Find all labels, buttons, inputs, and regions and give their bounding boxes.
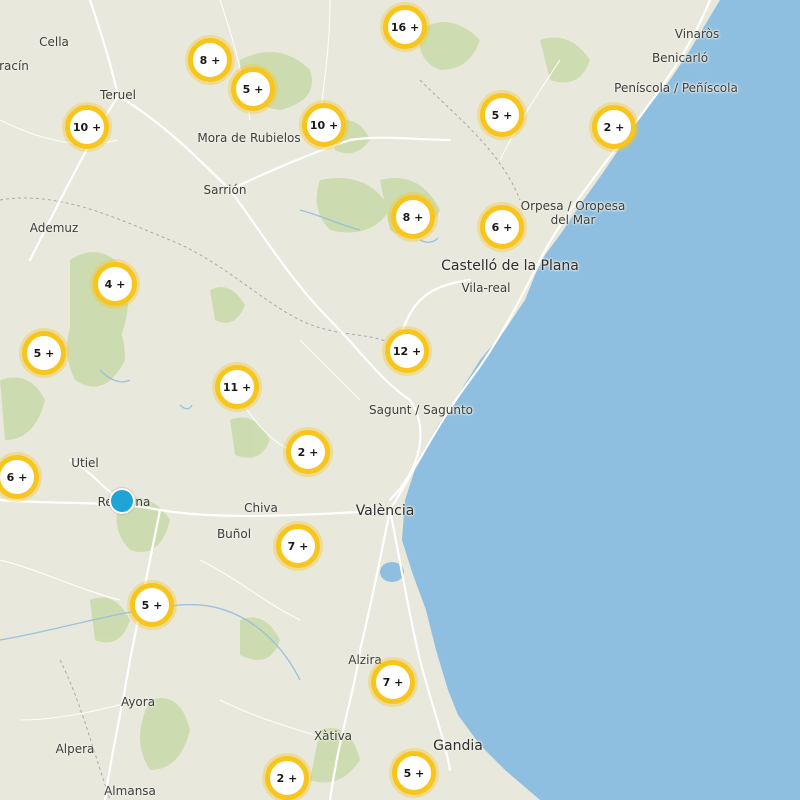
cluster-marker[interactable]: 6 + xyxy=(480,205,524,249)
cluster-count: 5 + xyxy=(403,766,425,780)
cluster-count: 2 + xyxy=(276,771,298,785)
place-label-cella: Cella xyxy=(39,35,69,50)
cluster-marker[interactable]: 5 + xyxy=(480,93,524,137)
place-label-sarrion: Sarrión xyxy=(203,183,247,198)
cluster-count: 5 + xyxy=(242,82,264,96)
cluster-marker[interactable]: 8 + xyxy=(391,195,435,239)
cluster-marker[interactable]: 2 + xyxy=(265,756,309,800)
cluster-count: 2 + xyxy=(603,120,625,134)
place-label-ademuz: Ademuz xyxy=(29,221,79,236)
cluster-count: 10 + xyxy=(309,118,339,132)
place-label-oropesa: Orpesa / Oropesa del Mar xyxy=(520,199,626,227)
cluster-count: 5 + xyxy=(33,346,55,360)
place-label-castello: Castelló de la Plana xyxy=(441,257,579,274)
cluster-count: 12 + xyxy=(392,344,422,358)
cluster-marker[interactable]: 7 + xyxy=(371,660,415,704)
cluster-count: 8 + xyxy=(402,210,424,224)
cluster-marker[interactable]: 5 + xyxy=(22,331,66,375)
place-label-gandia: Gandia xyxy=(433,737,483,754)
cluster-marker[interactable]: 10 + xyxy=(65,105,109,149)
cluster-count: 7 + xyxy=(287,539,309,553)
place-label-vinaros: Vinaròs xyxy=(674,27,720,42)
place-label-chiva: Chiva xyxy=(244,501,278,516)
cluster-count: 16 + xyxy=(390,20,420,34)
place-label-utiel: Utiel xyxy=(71,456,99,471)
location-pin-marker[interactable] xyxy=(109,488,135,514)
cluster-count: 11 + xyxy=(222,380,252,394)
place-label-benicarlo: Benicarló xyxy=(651,51,709,66)
cluster-marker[interactable]: 5 + xyxy=(231,67,275,111)
cluster-marker[interactable]: 11 + xyxy=(215,365,259,409)
map-canvas[interactable]: Cella racín Teruel Mora de Rubielos Sarr… xyxy=(0,0,800,800)
place-label-peniscola: Peníscola / Peñíscola xyxy=(614,81,738,96)
cluster-count: 5 + xyxy=(141,598,163,612)
cluster-count: 8 + xyxy=(199,53,221,67)
place-label-ayora: Ayora xyxy=(120,695,156,710)
cluster-marker[interactable]: 5 + xyxy=(392,751,436,795)
cluster-marker[interactable]: 5 + xyxy=(130,583,174,627)
cluster-marker[interactable]: 7 + xyxy=(276,524,320,568)
cluster-marker[interactable]: 2 + xyxy=(592,105,636,149)
place-label-alpera: Alpera xyxy=(55,742,95,757)
place-label-racin: racín xyxy=(0,59,29,74)
place-label-vila-real: Vila-real xyxy=(461,281,511,296)
cluster-marker[interactable]: 2 + xyxy=(286,430,330,474)
cluster-count: 6 + xyxy=(491,220,513,234)
cluster-marker[interactable]: 4 + xyxy=(93,262,137,306)
cluster-count: 2 + xyxy=(297,445,319,459)
cluster-marker[interactable]: 16 + xyxy=(383,5,427,49)
cluster-marker[interactable]: 12 + xyxy=(385,329,429,373)
cluster-count: 7 + xyxy=(382,675,404,689)
place-label-sagunt: Sagunt / Sagunto xyxy=(368,403,474,418)
cluster-count: 5 + xyxy=(491,108,513,122)
cluster-count: 10 + xyxy=(72,120,102,134)
place-label-xativa: Xàtiva xyxy=(313,729,353,744)
cluster-marker[interactable]: 8 + xyxy=(188,38,232,82)
cluster-marker[interactable]: 10 + xyxy=(302,103,346,147)
place-label-teruel: Teruel xyxy=(100,88,136,103)
cluster-count: 6 + xyxy=(6,470,28,484)
place-label-almansa: Almansa xyxy=(104,784,156,799)
cluster-count: 4 + xyxy=(104,277,126,291)
place-label-valencia: València xyxy=(355,502,415,519)
place-label-mora-de-rubielos: Mora de Rubielos xyxy=(197,131,301,146)
place-label-bunol: Buñol xyxy=(216,527,252,542)
